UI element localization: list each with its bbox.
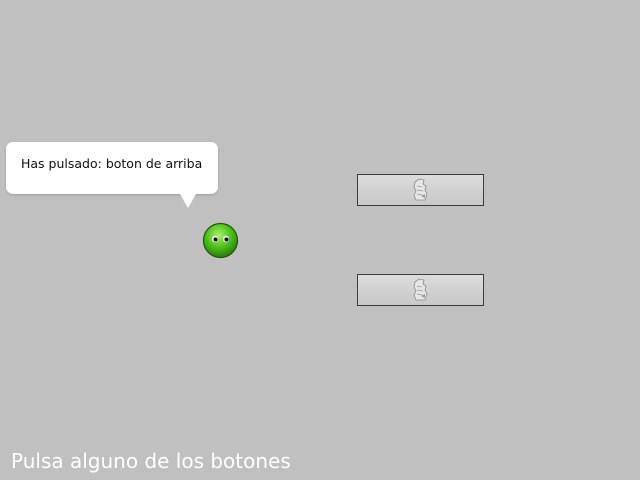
- broken-image-icon: [411, 178, 431, 203]
- speech-bubble-text: Has pulsado: boton de arriba: [21, 156, 203, 171]
- top-button[interactable]: [357, 174, 484, 206]
- instruction-text: Pulsa alguno de los botones: [11, 449, 291, 473]
- green-blob-icon: [202, 222, 239, 259]
- speech-bubble: Has pulsado: boton de arriba: [6, 142, 218, 208]
- speech-bubble-tail: [180, 194, 196, 208]
- bottom-button[interactable]: [357, 274, 484, 306]
- broken-image-icon: [411, 278, 431, 303]
